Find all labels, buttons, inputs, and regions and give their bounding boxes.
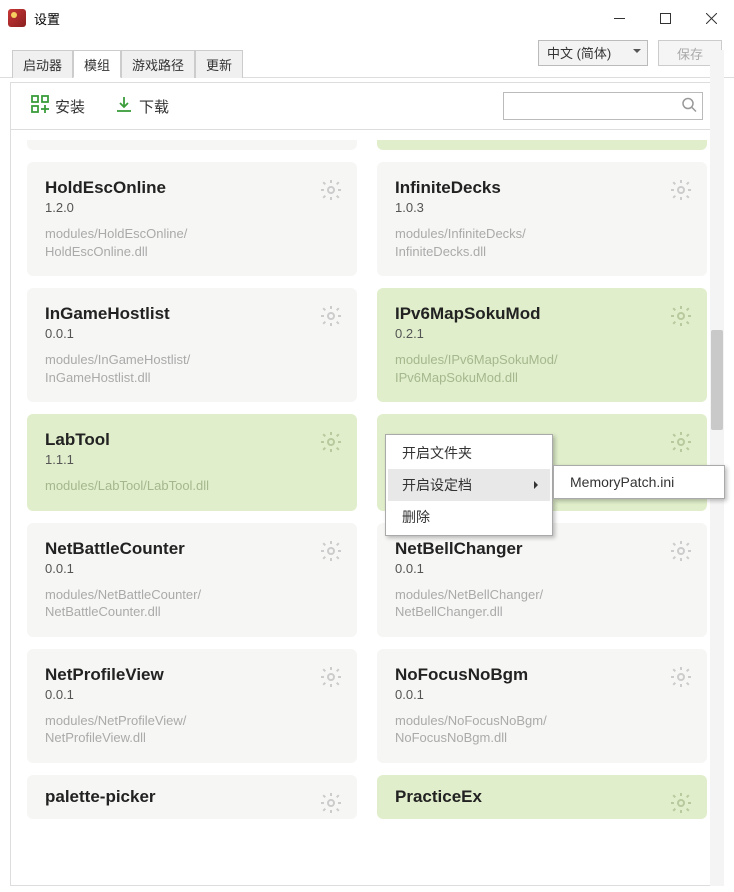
ctx-open-settings-label: 开启设定档 [402,477,472,493]
context-menu: 开启文件夹 开启设定档 删除 [385,434,553,536]
tab-gamepath[interactable]: 游戏路径 [121,50,195,78]
mod-card[interactable]: IPv6MapSokuMod 0.2.1 modules/IPv6MapSokuMo… [377,288,707,402]
context-submenu: MemoryPatch.ini [553,465,725,499]
mod-name: NoFocusNoBgm [395,665,689,685]
mod-name: InfiniteDecks [395,178,689,198]
gear-icon[interactable] [319,665,343,692]
download-button[interactable]: 下载 [115,95,169,117]
install-label: 安装 [55,96,85,117]
gear-icon[interactable] [319,791,343,818]
mod-card[interactable]: NetBattleCounter 0.0.1 modules/NetBattleCo… [27,523,357,637]
mod-name: palette-picker [45,787,339,807]
topbar: 启动器 模组 游戏路径 更新 中文 (简体) 保存 [0,36,734,78]
mod-version: 0.0.1 [395,561,689,576]
mod-name: InGameHostlist [45,304,339,324]
ctx-open-folder[interactable]: 开启文件夹 [388,437,550,469]
mod-version: 1.0.3 [395,200,689,215]
gear-icon[interactable] [319,539,343,566]
mod-path: modules/NetBellChanger/NetBellChanger.dl… [395,586,689,621]
submenu-item-memorypatch[interactable]: MemoryPatch.ini [556,468,722,496]
gear-icon[interactable] [319,430,343,457]
mod-version: 0.0.1 [45,687,339,702]
ctx-delete[interactable]: 删除 [388,501,550,533]
mod-version: 1.2.0 [45,200,339,215]
close-button[interactable] [688,0,734,36]
install-icon [31,95,49,117]
download-icon [115,95,133,117]
language-select[interactable]: 中文 (简体) [538,40,648,66]
mod-card[interactable]: NoFocusNoBgm 0.0.1 modules/NoFocusNoBgm/No… [377,649,707,763]
search-input[interactable] [503,92,703,120]
mod-version: 0.0.1 [395,687,689,702]
mod-card[interactable]: InfiniteDecks 1.0.3 modules/InfiniteDecks/… [377,162,707,276]
mod-version: 0.0.1 [45,326,339,341]
gear-icon[interactable] [669,304,693,331]
mod-path: modules/NoFocusNoBgm/NoFocusNoBgm.dll [395,712,689,747]
app-icon [8,9,26,27]
mods-content: HoldEscOnline 1.2.0 modules/HoldEscOnline/… [10,130,724,886]
mod-name: NetProfileView [45,665,339,685]
search-icon [681,97,697,116]
mod-path: modules/IPv6MapSokuMod/IPv6MapSokuMod.dl… [395,351,689,386]
download-label: 下载 [139,96,169,117]
main-tabs: 启动器 模组 游戏路径 更新 [12,49,243,77]
mod-name: LabTool [45,430,339,450]
minimize-button[interactable] [596,0,642,36]
mod-card[interactable]: NetBellChanger 0.0.1 modules/NetBellChange… [377,523,707,637]
gear-icon[interactable] [669,178,693,205]
mod-card[interactable]: LabTool 1.1.1 modules/LabTool/LabTool.dll [27,414,357,511]
mod-card[interactable]: palette-picker [27,775,357,819]
tab-update[interactable]: 更新 [195,50,243,78]
mod-path: modules/InGameHostlist/InGameHostlist.dl… [45,351,339,386]
mod-name: PracticeEx [395,787,689,807]
mod-path: modules/NetBattleCounter/NetBattleCounte… [45,586,339,621]
mod-version: 0.0.1 [45,561,339,576]
ctx-open-settings[interactable]: 开启设定档 [388,469,550,501]
gear-icon[interactable] [669,539,693,566]
tab-mods[interactable]: 模组 [73,50,121,78]
mod-card[interactable]: NetProfileView 0.0.1 modules/NetProfileVie… [27,649,357,763]
mod-name: HoldEscOnline [45,178,339,198]
mod-name: IPv6MapSokuMod [395,304,689,324]
card-partial-top-right[interactable] [377,140,707,150]
gear-icon[interactable] [669,791,693,818]
mod-version: 1.1.1 [45,452,339,467]
gear-icon[interactable] [319,178,343,205]
mod-card[interactable]: InGameHostlist 0.0.1 modules/InGameHostlis… [27,288,357,402]
mod-card[interactable]: HoldEscOnline 1.2.0 modules/HoldEscOnline/… [27,162,357,276]
titlebar: 设置 [0,0,734,36]
mod-path: modules/NetProfileView/NetProfileView.dl… [45,712,339,747]
mod-path: modules/InfiniteDecks/InfiniteDecks.dll [395,225,689,260]
gear-icon[interactable] [669,430,693,457]
mod-card[interactable]: PracticeEx [377,775,707,819]
maximize-button[interactable] [642,0,688,36]
tab-launcher[interactable]: 启动器 [12,50,73,78]
install-button[interactable]: 安装 [31,95,85,117]
mod-path: modules/HoldEscOnline/HoldEscOnline.dll [45,225,339,260]
gear-icon[interactable] [669,665,693,692]
window-controls [596,0,734,36]
card-partial-top-left[interactable] [27,140,357,150]
gear-icon[interactable] [319,304,343,331]
toolbar: 安装 下载 [10,82,724,130]
scrollbar-thumb[interactable] [711,330,723,430]
mod-name: NetBattleCounter [45,539,339,559]
search-wrap [503,92,703,120]
mod-version: 0.2.1 [395,326,689,341]
mod-name: NetBellChanger [395,539,689,559]
mod-path: modules/LabTool/LabTool.dll [45,477,339,495]
window-title: 设置 [34,9,596,28]
chevron-right-icon [534,481,542,489]
